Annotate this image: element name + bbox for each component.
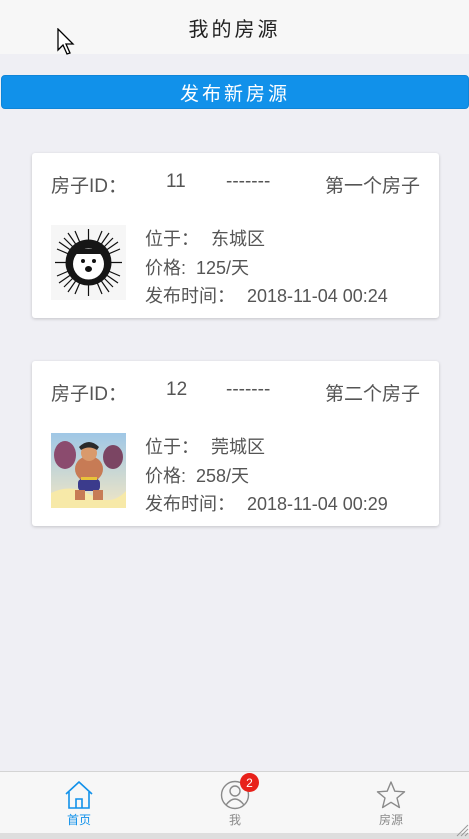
price-value: 125/天 [196, 258, 250, 278]
time-value: 2018-11-04 00:29 [247, 494, 388, 514]
house-price: 价格: 125/天 [145, 254, 249, 280]
home-icon [65, 781, 93, 809]
separator: ------- [226, 171, 271, 192]
location-value: 东城区 [211, 229, 265, 249]
location-label: 位于： [145, 437, 199, 457]
house-name: 第二个房子 [324, 384, 420, 405]
anime-fighter-image [51, 433, 126, 508]
house-price: 价格: 258/天 [145, 462, 249, 488]
house-id: 12 [166, 379, 188, 400]
page-title: 我的房源 [188, 18, 281, 41]
separator: ------- [226, 379, 271, 400]
tab-houses-label: 房源 [378, 813, 403, 827]
location-label: 位于： [145, 229, 199, 249]
house-card-header: 房子ID： 12 ------- 第二个房子 [32, 361, 439, 417]
house-location: 位于： 莞城区 [145, 433, 265, 459]
time-value: 2018-11-04 00:24 [247, 286, 388, 306]
house-location: 位于： 东城区 [145, 225, 265, 251]
house-publish-time: 发布时间： 2018-11-04 00:24 [145, 282, 388, 308]
price-value: 258/天 [196, 466, 250, 486]
house-id: 11 [166, 171, 186, 192]
price-label: 价格: [145, 258, 187, 278]
publish-new-house-button[interactable]: 发布新房源 [1, 75, 469, 109]
hedgehog-cartoon-image [51, 225, 126, 300]
window-bottom-edge [0, 833, 469, 839]
time-label: 发布时间： [145, 286, 235, 306]
house-thumbnail [51, 225, 126, 300]
house-thumbnail [51, 433, 126, 508]
time-label: 发布时间： [145, 494, 235, 514]
tab-home-label: 首页 [66, 813, 91, 827]
house-id-label: 房子ID： [51, 176, 128, 197]
house-publish-time: 发布时间： 2018-11-04 00:29 [145, 490, 388, 516]
tab-me-label: 我 [228, 813, 241, 827]
star-icon [376, 781, 406, 809]
house-name: 第一个房子 [324, 176, 420, 197]
tab-me[interactable]: 2 我 [157, 772, 313, 834]
mouse-cursor-icon [57, 28, 75, 55]
house-card-header: 房子ID： 11 ------- 第一个房子 [32, 153, 439, 209]
house-id-label: 房子ID： [51, 384, 128, 405]
tab-houses[interactable]: 房源 [313, 772, 469, 834]
resize-grip-icon[interactable] [455, 823, 469, 837]
house-card[interactable]: 房子ID： 12 ------- 第二个房子 位于： 莞城区 价格: 258/天… [32, 361, 439, 526]
tab-bar: 首页 2 我 房源 [0, 771, 469, 833]
tab-home[interactable]: 首页 [1, 772, 157, 834]
price-label: 价格: [145, 466, 187, 486]
house-card[interactable]: 房子ID： 11 ------- 第一个房子 位于： 东城区 价格: 125/天… [32, 153, 439, 318]
location-value: 莞城区 [211, 437, 265, 457]
notification-badge: 2 [240, 773, 259, 792]
